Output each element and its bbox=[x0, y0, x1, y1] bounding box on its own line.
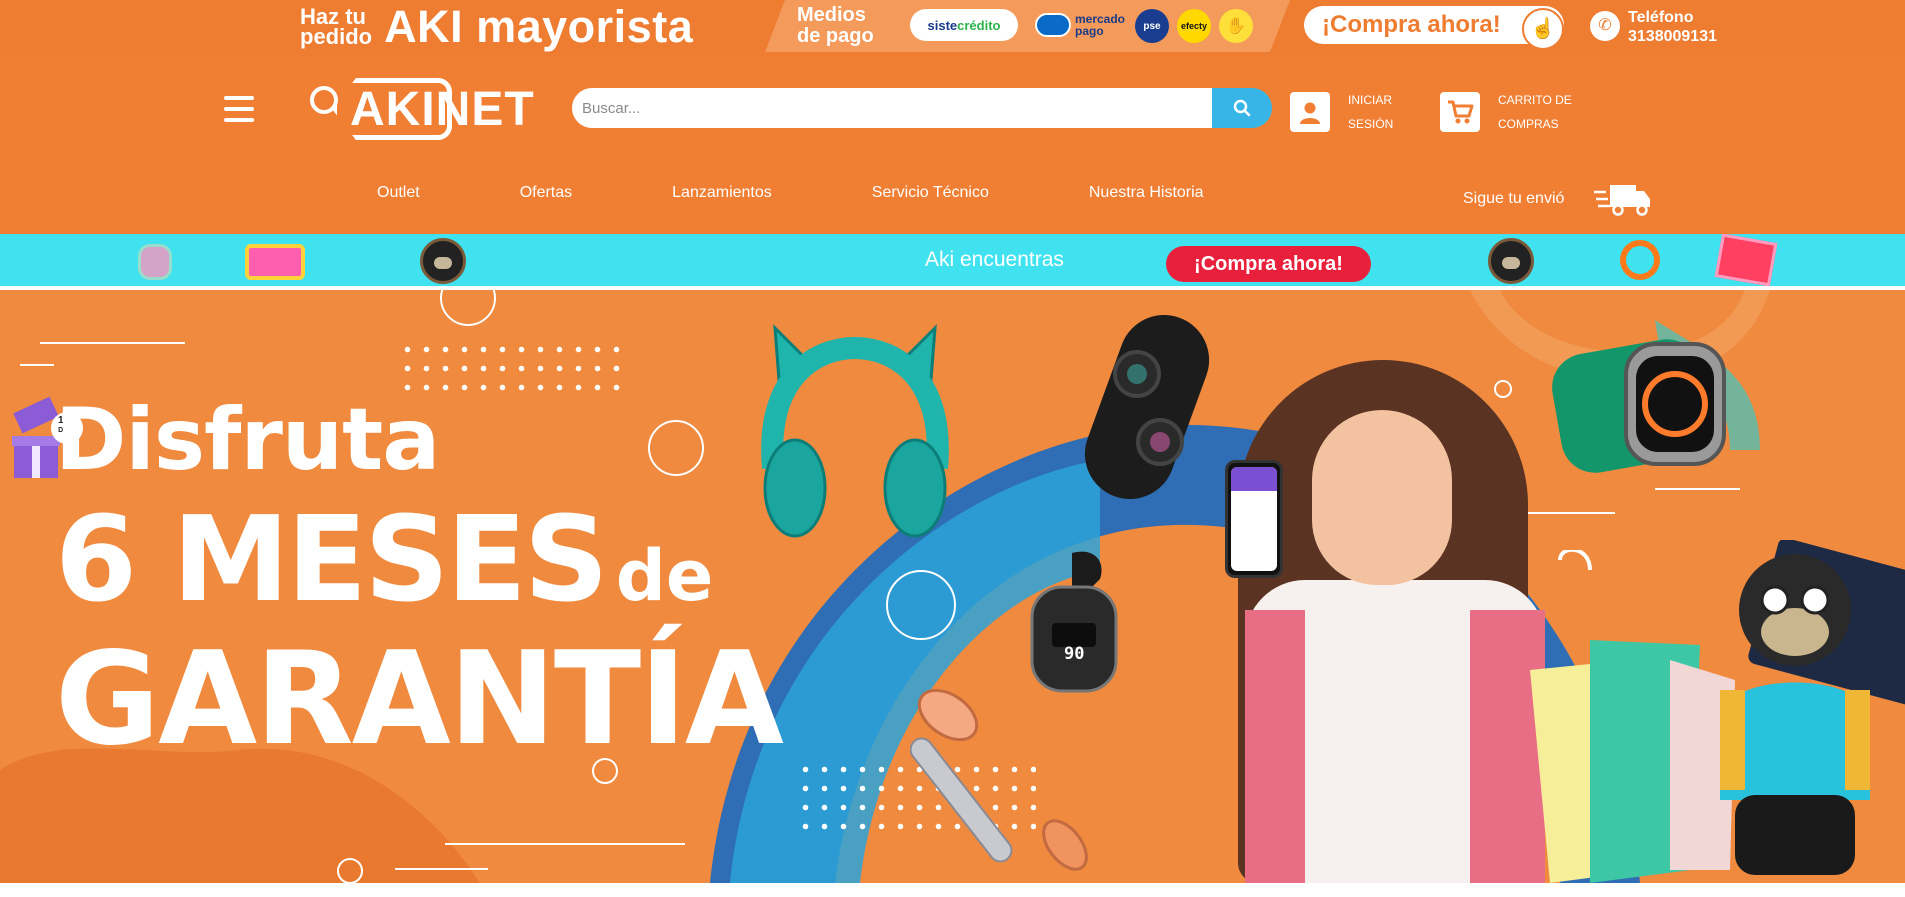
promo-small-text: Haz tu pedido bbox=[300, 6, 373, 49]
hero-headline-line2: 6 MESES de bbox=[55, 490, 713, 628]
cart-label-line2: COMPRAS bbox=[1498, 117, 1559, 131]
login-link[interactable]: INICIAR SESIÓN bbox=[1290, 88, 1393, 136]
brand-name: AKINET bbox=[350, 83, 535, 136]
smartwatch-pink-thumb[interactable] bbox=[138, 244, 172, 280]
sistecredito-logo-b: crédito bbox=[957, 17, 1001, 33]
cat-ear-headphones-image bbox=[761, 324, 949, 538]
search-input[interactable] bbox=[572, 88, 1212, 128]
hero-headline-line3: GARANTÍA bbox=[55, 625, 784, 774]
bear-mascot-icon-2 bbox=[1488, 238, 1534, 284]
woman-flannel-left bbox=[1245, 610, 1305, 883]
nav-outlet[interactable]: Outlet bbox=[377, 184, 420, 202]
phone-icon: ✆ bbox=[1590, 11, 1620, 41]
efecty-logo: efecty bbox=[1177, 9, 1211, 43]
payment-label: Medios de pago bbox=[797, 5, 874, 47]
red-tablet-thumb[interactable] bbox=[1714, 234, 1778, 286]
smartwatch-image bbox=[1552, 339, 1726, 473]
phone-label: Teléfono bbox=[1628, 9, 1694, 26]
deco-line-4 bbox=[395, 868, 488, 870]
orange-headphones-thumb[interactable] bbox=[1620, 240, 1660, 280]
hero-banner[interactable]: 10% DCTO Disfruta 6 MESES de GARANTÍA 90 bbox=[0, 290, 1905, 883]
deco-line-3 bbox=[445, 843, 685, 845]
cart-label-line1: CARRITO DE bbox=[1498, 93, 1572, 107]
nav-nuestra-historia[interactable]: Nuestra Historia bbox=[1089, 184, 1204, 202]
page-bottom-strip bbox=[0, 883, 1905, 897]
search-bar bbox=[572, 88, 1272, 128]
deco-ring-2 bbox=[648, 420, 704, 476]
akinet-logo[interactable]: AKINET bbox=[310, 78, 535, 142]
deco-line-1 bbox=[40, 342, 185, 344]
deco-line-2 bbox=[20, 364, 54, 366]
hero-months-text: 6 MESES bbox=[55, 490, 609, 628]
pointer-hand-icon: ☝ bbox=[1522, 8, 1564, 50]
site-header: AKINET INICIAR SESIÓN bbox=[0, 56, 1905, 234]
nav-ofertas[interactable]: Ofertas bbox=[520, 184, 572, 202]
woman-face bbox=[1312, 410, 1452, 585]
coin-hand-icon: ✋ bbox=[1219, 9, 1253, 43]
nav-servicio-tecnico[interactable]: Servicio Técnico bbox=[872, 184, 989, 202]
phone-number: 3138009131 bbox=[1628, 28, 1717, 45]
phone-contact[interactable]: Teléfono 3138009131 bbox=[1628, 8, 1717, 46]
ticker-buy-now-button[interactable]: ¡Compra ahora! bbox=[1166, 246, 1371, 282]
mercadopago-logo: mercado pago bbox=[1025, 9, 1135, 41]
payment-label-line2: de pago bbox=[797, 25, 874, 47]
product-ticker: Aki encuentras ¡Compra ahora! bbox=[0, 234, 1905, 288]
login-label-line1: INICIAR bbox=[1348, 93, 1393, 107]
cart-icon bbox=[1440, 92, 1480, 132]
search-button[interactable] bbox=[1212, 88, 1272, 128]
smartphone-image bbox=[1225, 460, 1283, 578]
face-roller-image bbox=[910, 688, 1088, 871]
wireless-earbuds-image bbox=[1030, 551, 1118, 693]
payment-label-line1: Medios bbox=[797, 4, 866, 26]
promo-big-text: AKI mayorista bbox=[384, 1, 694, 52]
search-icon bbox=[1233, 99, 1251, 117]
payment-methods: Medios de pago siste crédito mercado pago… bbox=[765, 0, 1290, 52]
deco-line-5 bbox=[1515, 512, 1615, 514]
nav-lanzamientos[interactable]: Lanzamientos bbox=[672, 184, 772, 202]
deco-ring-5 bbox=[337, 858, 363, 883]
sistecredito-logo: siste crédito bbox=[910, 9, 1018, 41]
mercadopago-logo-line2: pago bbox=[1074, 24, 1104, 38]
hero-de-text: de bbox=[615, 535, 714, 617]
pse-logo: pse bbox=[1135, 9, 1169, 43]
user-icon bbox=[1290, 92, 1330, 132]
promo-banner[interactable]: Haz tu pedido AKI mayorista Medios de pa… bbox=[0, 0, 1905, 56]
login-label-line2: SESIÓN bbox=[1348, 117, 1394, 131]
deco-ring-6 bbox=[1494, 380, 1512, 398]
mayorista-promo[interactable]: Haz tu pedido AKI mayorista bbox=[300, 2, 693, 52]
cart-link[interactable]: CARRITO DE COMPRAS bbox=[1440, 88, 1572, 136]
hamburger-menu-icon[interactable] bbox=[224, 96, 254, 122]
promo-small-line2: pedido bbox=[300, 24, 373, 49]
deco-ring-3 bbox=[886, 570, 956, 640]
hero-headline-line1: Disfruta bbox=[55, 390, 440, 490]
handshake-icon bbox=[1035, 13, 1071, 37]
tracking-label: Sigue tu envió bbox=[1463, 190, 1565, 207]
earbuds-battery-display: 90 bbox=[1064, 644, 1085, 664]
main-nav: Outlet Ofertas Lanzamientos Servicio Téc… bbox=[377, 184, 1304, 202]
bear-mascot-icon bbox=[420, 238, 466, 284]
sistecredito-logo-a: siste bbox=[927, 17, 958, 33]
tracking-link[interactable]: Sigue tu envió bbox=[1463, 182, 1652, 216]
bear-mascot-image bbox=[1720, 540, 1905, 875]
ticker-text: Aki encuentras bbox=[925, 248, 1064, 271]
kids-tablet-thumb[interactable] bbox=[245, 244, 305, 280]
delivery-truck-icon bbox=[1594, 185, 1651, 216]
bluetooth-speaker-image bbox=[1084, 315, 1210, 499]
